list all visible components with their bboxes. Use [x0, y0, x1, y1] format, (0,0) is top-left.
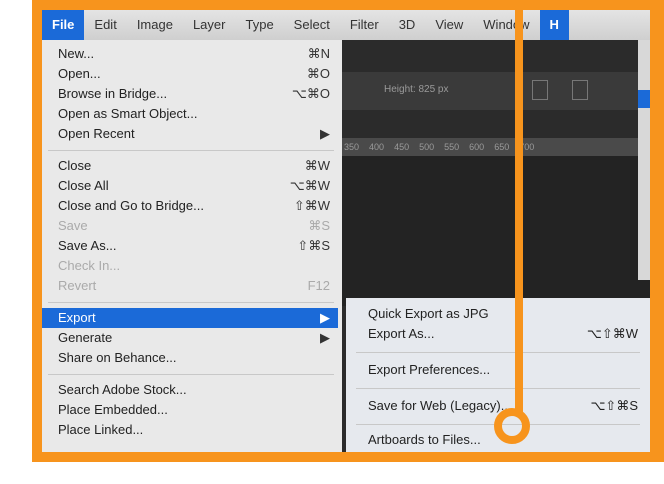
menu-item-browse-in-bridge[interactable]: Browse in Bridge... ⌥⌘O	[42, 84, 338, 104]
menu-item-open-recent[interactable]: Open Recent ▶	[42, 124, 338, 144]
menu-item-open[interactable]: Open... ⌘O	[42, 64, 338, 84]
menu-item-check-in: Check In...	[42, 256, 338, 276]
menu-item-shortcut: ⇧⌘S	[297, 238, 330, 253]
menu-item-shortcut: ⌥⇧⌘S	[590, 398, 638, 413]
menu-item-label: Close All	[58, 178, 109, 193]
menu-item-place-linked[interactable]: Place Linked...	[42, 420, 338, 440]
highlight-border-right	[650, 0, 664, 462]
menu-item-label: Save for Web (Legacy)...	[368, 398, 512, 413]
menu-item-label: Quick Export as JPG	[368, 306, 489, 321]
submenu-arrow-icon: ▶	[320, 330, 330, 345]
menu-item-label: Export	[58, 310, 96, 325]
submenu-item-export-preferences[interactable]: Export Preferences...	[346, 360, 650, 382]
menu-bar: File Edit Image Layer Type Select Filter…	[42, 10, 650, 40]
menu-edit[interactable]: Edit	[84, 10, 126, 40]
photoshop-window: Height: 825 px 350 400 450 500 550 600 6…	[42, 10, 650, 452]
ruler-tick-label: 500	[419, 142, 435, 152]
menu-item-label: Share on Behance...	[58, 350, 177, 365]
menu-item-label: Save As...	[58, 238, 117, 253]
menu-item-label: Browse in Bridge...	[58, 86, 168, 101]
pointer-line	[515, 0, 523, 416]
window-menu-dropdown	[638, 40, 650, 280]
menu-item-shortcut: ⌘W	[304, 158, 330, 173]
menu-item-open-as-smart-object[interactable]: Open as Smart Object...	[42, 104, 338, 124]
menu-item-label: Search Adobe Stock...	[58, 382, 187, 397]
menu-item-label: Place Linked...	[58, 422, 144, 437]
options-bar: Height: 825 px	[332, 72, 650, 110]
highlight-border-top	[32, 0, 664, 10]
menu-item-close-and-go-to-bridge[interactable]: Close and Go to Bridge... ⇧⌘W	[42, 196, 338, 216]
menu-item-new[interactable]: New... ⌘N	[42, 44, 338, 64]
submenu-arrow-icon: ▶	[320, 126, 330, 141]
menu-separator	[356, 352, 640, 353]
menu-item-label: Open as Smart Object...	[58, 106, 198, 121]
highlight-frame: Height: 825 px 350 400 450 500 550 600 6…	[32, 0, 664, 462]
menu-item-label: Open Recent	[58, 126, 135, 141]
ruler-tick-label: 400	[369, 142, 385, 152]
menu-item-label: Close and Go to Bridge...	[58, 198, 204, 213]
menu-filter[interactable]: Filter	[340, 10, 389, 40]
menu-item-shortcut: ⇧⌘W	[293, 198, 330, 213]
submenu-item-quick-export-as-jpg[interactable]: Quick Export as JPG	[346, 304, 650, 326]
menu-item-label: New...	[58, 46, 95, 61]
ruler-tick-label: 450	[394, 142, 410, 152]
menu-item-place-embedded[interactable]: Place Embedded...	[42, 400, 338, 420]
options-box-icon[interactable]	[572, 80, 588, 100]
menu-item-revert: Revert F12	[42, 276, 338, 296]
menu-layer[interactable]: Layer	[183, 10, 236, 40]
menu-separator	[356, 388, 640, 389]
ruler-tick-label: 550	[444, 142, 460, 152]
ruler-tick-label: 650	[494, 142, 510, 152]
menu-separator	[48, 150, 334, 151]
menu-item-shortcut: ⌥⌘W	[289, 178, 330, 193]
horizontal-ruler: 350 400 450 500 550 600 650 700	[332, 138, 650, 156]
menu-file[interactable]: File	[42, 10, 85, 40]
menu-help[interactable]: H	[539, 10, 569, 40]
options-box-icon[interactable]	[532, 80, 548, 100]
ruler-tick-label: 600	[469, 142, 485, 152]
menu-item-shortcut: ⌘N	[307, 46, 330, 61]
menu-item-label: Export As...	[368, 326, 435, 341]
menu-item-label: Artboards to Files...	[368, 432, 481, 447]
menu-item-shortcut: F12	[307, 278, 330, 293]
menu-item-save-as[interactable]: Save As... ⇧⌘S	[42, 236, 338, 256]
highlight-border-bottom	[32, 452, 664, 462]
menu-item-shortcut: ⌥⇧⌘W	[586, 326, 638, 341]
menu-item-export[interactable]: Export ▶	[42, 308, 338, 328]
menu-item-label: Open...	[58, 66, 101, 81]
menu-item-label: Place Embedded...	[58, 402, 168, 417]
menu-separator	[48, 302, 334, 303]
menu-item-share-on-behance[interactable]: Share on Behance...	[42, 348, 338, 368]
menu-item-close[interactable]: Close ⌘W	[42, 156, 338, 176]
menu-item-label: Close	[58, 158, 92, 173]
menu-item-close-all[interactable]: Close All ⌥⌘W	[42, 176, 338, 196]
menu-item-label: Check In...	[58, 258, 121, 273]
menu-item-label: Export Preferences...	[368, 362, 491, 377]
menu-item-shortcut: ⌘O	[306, 66, 330, 81]
highlight-border-left	[32, 0, 42, 462]
submenu-arrow-icon: ▶	[320, 310, 330, 325]
window-menu-selected-item[interactable]	[638, 90, 650, 108]
height-readout: Height: 825 px	[384, 84, 449, 95]
menu-item-save: Save ⌘S	[42, 216, 338, 236]
menu-item-search-adobe-stock[interactable]: Search Adobe Stock...	[42, 380, 338, 400]
menu-window[interactable]: Window	[473, 10, 539, 40]
menu-item-label: Revert	[58, 278, 97, 293]
file-menu: New... ⌘N Open... ⌘O Browse in Bridge... ⌥⌘…	[42, 40, 342, 452]
menu-item-label: Save	[58, 218, 88, 233]
menu-separator	[48, 374, 334, 375]
menu-item-label: Generate	[58, 330, 113, 345]
menu-item-shortcut: ⌘S	[308, 218, 330, 233]
canvas-area	[332, 156, 650, 306]
menu-3d[interactable]: 3D	[389, 10, 426, 40]
cursor-ring-icon	[494, 408, 530, 444]
menu-select[interactable]: Select	[284, 10, 340, 40]
menu-type[interactable]: Type	[235, 10, 283, 40]
ruler-tick-label: 350	[344, 142, 360, 152]
menu-image[interactable]: Image	[127, 10, 183, 40]
menu-view[interactable]: View	[425, 10, 473, 40]
submenu-item-export-as[interactable]: Export As... ⌥⇧⌘W	[346, 324, 650, 346]
menu-item-generate[interactable]: Generate ▶	[42, 328, 338, 348]
menu-item-shortcut: ⌥⌘O	[291, 86, 330, 101]
